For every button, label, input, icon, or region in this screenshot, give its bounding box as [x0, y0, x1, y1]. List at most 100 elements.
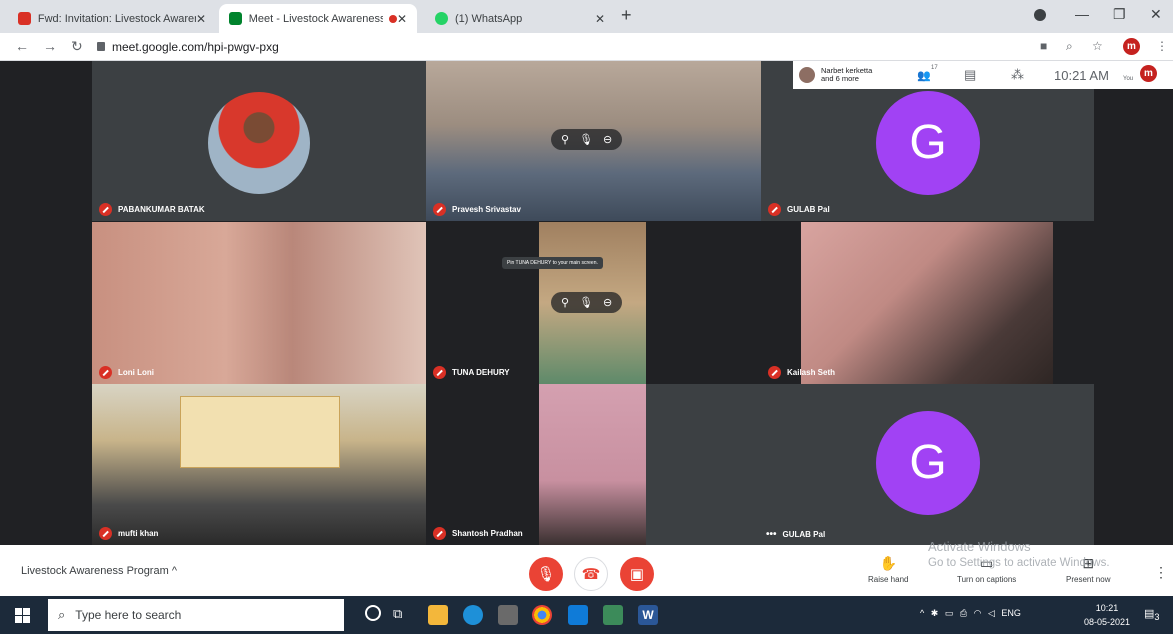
meet-icon: [229, 12, 242, 25]
menu-icon[interactable]: ⋮: [1156, 39, 1168, 53]
participant-name-tag: Pravesh Srivastav: [433, 203, 521, 216]
volume-icon[interactable]: ◁: [988, 608, 995, 618]
battery-icon[interactable]: ▭: [945, 608, 954, 618]
mic-off-icon: [99, 527, 112, 540]
participant-tile[interactable]: G ••• GULAB Pal: [646, 384, 1094, 545]
more-options-icon[interactable]: ⋮: [1154, 564, 1168, 581]
word-icon[interactable]: W: [638, 605, 658, 625]
camera-off-icon: ▣: [629, 566, 645, 583]
avatar: G: [876, 411, 980, 515]
remove-icon[interactable]: ⊖: [603, 133, 612, 146]
notes-icon[interactable]: ⎙: [960, 608, 967, 618]
windows-taskbar: ⌕ Type here to search ⧉ W ^ ✱ ▭ ⎙ ◠ ◁ EN…: [0, 596, 1173, 634]
video-grid: PABANKUMAR BATAK ⚲ 🎙 ⊖ Pravesh Srivastav G…: [0, 61, 1173, 545]
participant-tile[interactable]: Kailash Seth: [761, 222, 1094, 384]
language-indicator[interactable]: ENG: [1001, 608, 1021, 618]
participant-tile[interactable]: ⚲ 🎙 ⊖ TUNA DEHURY: [426, 222, 761, 384]
store-icon[interactable]: [498, 605, 518, 625]
camera-toggle-button[interactable]: ▣: [620, 557, 654, 591]
camera-icon[interactable]: ■: [1040, 39, 1047, 53]
participant-tile[interactable]: Loni Loni: [92, 222, 426, 384]
profile-avatar[interactable]: m: [1123, 38, 1140, 55]
close-window-icon[interactable]: ✕: [1150, 6, 1162, 23]
forward-icon[interactable]: →: [43, 38, 57, 54]
activities-icon[interactable]: ⁂: [1011, 67, 1024, 83]
participant-name-tag: PABANKUMAR BATAK: [99, 203, 205, 216]
mail-icon[interactable]: [568, 605, 588, 625]
participant-tile[interactable]: mufti khan: [92, 384, 426, 545]
tile-controls: ⚲ 🎙 ⊖: [551, 129, 623, 150]
avatar: G: [876, 91, 980, 195]
tab-gmail[interactable]: Fwd: Invitation: Livestock Awarer ✕: [8, 4, 216, 33]
edge-icon[interactable]: [463, 605, 483, 625]
photos-icon[interactable]: [603, 605, 623, 625]
mic-off-icon: [433, 527, 446, 540]
mic-off-icon: [768, 366, 781, 379]
mute-icon[interactable]: 🎙: [579, 133, 593, 146]
tab-title: Fwd: Invitation: Livestock Awarer: [37, 12, 196, 25]
url-field[interactable]: meet.google.com/hpi-pwgv-pxg: [112, 40, 279, 54]
activate-windows-watermark: Activate Windows Go to Settings to activ…: [928, 539, 1110, 569]
pin-tooltip: Pin TUNA DEHURY to your main screen.: [502, 257, 603, 269]
mute-icon[interactable]: 🎙: [579, 296, 593, 309]
task-view-icon[interactable]: ⧉: [393, 606, 402, 622]
people-count: 17: [931, 65, 938, 71]
mic-off-icon: [99, 203, 112, 216]
more-icon: •••: [766, 529, 777, 540]
video-feed: [539, 384, 646, 545]
file-explorer-icon[interactable]: [428, 605, 448, 625]
close-tab-icon[interactable]: ✕: [595, 12, 605, 26]
pin-icon[interactable]: ⚲: [561, 133, 569, 146]
clock-time: 10:21 AM: [1054, 67, 1109, 83]
tab-meet[interactable]: Meet - Livestock Awareness ✕: [219, 4, 417, 33]
maximize-icon[interactable]: ❐: [1113, 6, 1126, 23]
cortana-icon[interactable]: [365, 605, 381, 621]
address-bar: ← → ↻ meet.google.com/hpi-pwgv-pxg ■ ⌕ ☆…: [0, 33, 1173, 61]
participant-name-tag: ••• GULAB Pal: [766, 529, 826, 540]
self-avatar[interactable]: m: [1140, 65, 1157, 82]
reload-icon[interactable]: ↻: [71, 38, 83, 55]
star-icon[interactable]: ☆: [1092, 39, 1103, 53]
mic-off-icon: [768, 203, 781, 216]
bluetooth-icon[interactable]: ✱: [931, 608, 939, 618]
raise-hand-button[interactable]: ✋ Raise hand: [868, 555, 908, 584]
windows-start-icon[interactable]: [15, 608, 30, 623]
taskbar-search[interactable]: ⌕ Type here to search: [48, 599, 344, 631]
participant-tile[interactable]: PABANKUMAR BATAK: [92, 61, 426, 221]
participant-name-tag: mufti khan: [99, 527, 158, 540]
close-tab-icon[interactable]: ✕: [196, 12, 206, 26]
people-icon[interactable]: 👥: [917, 69, 931, 82]
search-icon: ⌕: [58, 607, 66, 622]
mic-off-icon: [433, 203, 446, 216]
chevron-up-icon[interactable]: ^: [920, 608, 924, 618]
minimize-icon[interactable]: —: [1075, 6, 1089, 22]
chevron-up-icon: ^: [171, 565, 177, 577]
lock-icon: [97, 42, 105, 51]
mic-off-icon: [99, 366, 112, 379]
tab-whatsapp[interactable]: (1) WhatsApp ✕: [425, 4, 615, 33]
wifi-icon[interactable]: ◠: [974, 608, 982, 618]
back-icon[interactable]: ←: [15, 38, 29, 54]
tab-title: (1) WhatsApp: [455, 12, 523, 25]
meeting-details-button[interactable]: Livestock Awareness Program ^: [21, 565, 177, 577]
chat-icon[interactable]: ▤: [964, 67, 976, 83]
new-tab-button[interactable]: +: [621, 5, 632, 26]
recording-icon: [388, 14, 397, 23]
pin-icon[interactable]: ⚲: [561, 296, 569, 309]
browser-tab-strip: Fwd: Invitation: Livestock Awarer ✕ Meet…: [0, 0, 1173, 33]
participant-tile[interactable]: Shantosh Pradhan: [426, 384, 646, 545]
close-tab-icon[interactable]: ✕: [397, 12, 407, 26]
taskbar-clock[interactable]: 10:21 08-05-2021: [1084, 601, 1130, 629]
profile-icon[interactable]: [1034, 9, 1046, 21]
hangup-icon: ☎: [581, 566, 601, 583]
whatsapp-icon: [435, 12, 448, 25]
participant-tile[interactable]: ⚲ 🎙 ⊖ Pravesh Srivastav: [426, 61, 761, 221]
leave-call-button[interactable]: ☎: [574, 557, 608, 591]
tile-controls: ⚲ 🎙 ⊖: [551, 292, 623, 313]
chrome-icon[interactable]: [532, 605, 552, 625]
remove-icon[interactable]: ⊖: [603, 296, 612, 309]
notification-icon[interactable]: ▤3: [1144, 607, 1160, 622]
zoom-icon[interactable]: ⌕: [1066, 39, 1073, 54]
participants-pill[interactable]: Narbet kerketta and 6 more: [793, 61, 903, 89]
mic-toggle-button[interactable]: 🎙: [529, 557, 563, 591]
